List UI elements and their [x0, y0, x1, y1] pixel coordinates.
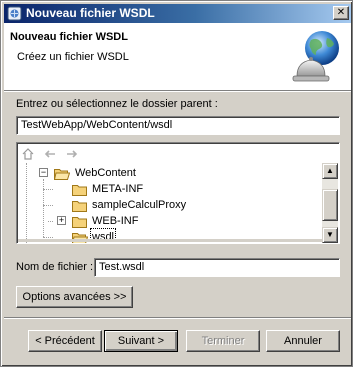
tree-item-label: WebContent [75, 167, 136, 179]
banner-title: Nouveau fichier WSDL [10, 31, 128, 43]
tree-guide [48, 221, 53, 222]
close-icon: ✕ [336, 7, 346, 18]
tree-guide [43, 237, 53, 238]
cancel-button[interactable]: Annuler [266, 330, 340, 352]
banner-separator [4, 90, 351, 92]
folder-tree[interactable]: − WebContent META-INF sampleCalculProxy … [16, 142, 340, 244]
window-title: Nouveau fichier WSDL [26, 6, 155, 20]
scroll-up-button[interactable]: ▲ [322, 163, 338, 179]
tree-guide [26, 163, 27, 243]
forward-arrow-icon[interactable] [64, 146, 80, 162]
tree-item-label: sampleCalculProxy [92, 199, 187, 211]
tree-item-label: META-INF [92, 183, 144, 195]
title-bar[interactable]: Nouveau fichier WSDL ✕ [4, 4, 351, 23]
tree-guide [43, 179, 44, 237]
expand-toggle[interactable]: + [57, 216, 66, 225]
tree-horizontal-scrollbar[interactable] [18, 239, 322, 242]
parent-folder-input[interactable]: TestWebApp/WebContent/wsdl [16, 116, 340, 135]
folder-open-icon [72, 233, 88, 243]
filename-label: Nom de fichier : [16, 261, 94, 273]
wizard-window: Nouveau fichier WSDL ✕ Nouveau fichier W… [0, 0, 353, 367]
filename-input[interactable]: Test.wsdl [94, 258, 340, 277]
parent-folder-label: Entrez ou sélectionnez le dossier parent… [16, 98, 218, 110]
scroll-down-button[interactable]: ▼ [322, 227, 338, 243]
folder-icon [72, 201, 87, 212]
globe-bell-icon [292, 31, 339, 82]
banner-description: Créez un fichier WSDL [17, 51, 129, 63]
back-button[interactable]: < Précédent [28, 330, 102, 352]
scroll-thumb[interactable] [322, 189, 338, 221]
home-icon[interactable] [20, 146, 36, 162]
app-icon [7, 6, 22, 21]
tree-guide [43, 189, 53, 190]
folder-open-icon [54, 169, 70, 180]
folder-icon [72, 185, 87, 196]
close-button[interactable]: ✕ [333, 6, 349, 20]
folder-icon [72, 217, 87, 228]
tree-guide [43, 205, 53, 206]
tree-vertical-scrollbar[interactable]: ▲ ▼ [322, 163, 338, 243]
next-button[interactable]: Suivant > [104, 330, 178, 352]
finish-button[interactable]: Terminer [186, 330, 260, 352]
tree-toolbar [19, 145, 319, 162]
wizard-banner: Nouveau fichier WSDL Créez un fichier WS… [4, 23, 351, 90]
collapse-toggle[interactable]: − [39, 168, 48, 177]
back-arrow-icon[interactable] [42, 146, 58, 162]
tree-item-label: WEB-INF [92, 215, 139, 227]
advanced-options-button[interactable]: Options avancées >> [16, 286, 133, 308]
footer-separator [4, 317, 351, 319]
